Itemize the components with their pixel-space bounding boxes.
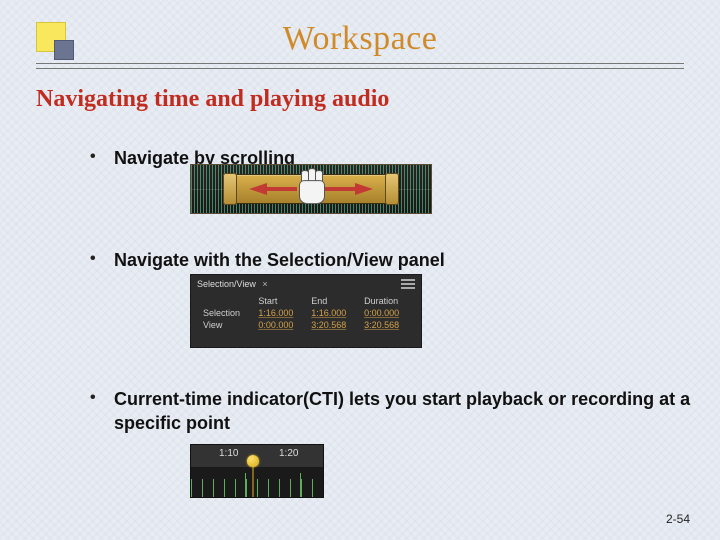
cell-duration: 3:20.568 [360,319,413,331]
figure-cti-ruler: 1:10 1:20 [190,444,324,498]
table-row: Selection 1:16.000 1:16.000 0:00.000 [199,307,413,319]
panel-tab-label: Selection/View [197,279,256,289]
panel-menu-icon [401,279,415,289]
selection-view-table: Start End Duration Selection 1:16.000 1:… [199,295,413,331]
cell-end: 1:16.000 [307,307,360,319]
figure-scroll-navigation [190,164,432,214]
cell-end: 3:20.568 [307,319,360,331]
page-title: Workspace [0,20,720,58]
row-label: Selection [199,307,254,319]
panel-tab: Selection/View × [197,279,268,289]
arrow-right-icon [355,183,373,195]
grab-hand-icon [294,168,328,206]
time-label: 1:20 [279,448,298,459]
cti-playhead-icon [247,455,259,467]
col-header: Duration [360,295,413,307]
cell-duration: 0:00.000 [360,307,413,319]
section-subtitle: Navigating time and playing audio [36,86,389,113]
table-row: View 0:00.000 3:20.568 3:20.568 [199,319,413,331]
col-header: Start [254,295,307,307]
close-icon: × [262,279,267,289]
title-rule [36,63,684,69]
col-header: End [307,295,360,307]
bullet-item: Current-time indicator(CTI) lets you sta… [90,387,710,436]
row-label: View [199,319,254,331]
time-label: 1:10 [219,448,238,459]
page-number: 2-54 [666,512,690,526]
arrow-left-icon [249,183,267,195]
figure-selection-view-panel: Selection/View × Start End Duration Sele… [190,274,422,348]
bullet-item: Navigate with the Selection/View panel [90,248,710,272]
cell-start: 0:00.000 [254,319,307,331]
cell-start: 1:16.000 [254,307,307,319]
